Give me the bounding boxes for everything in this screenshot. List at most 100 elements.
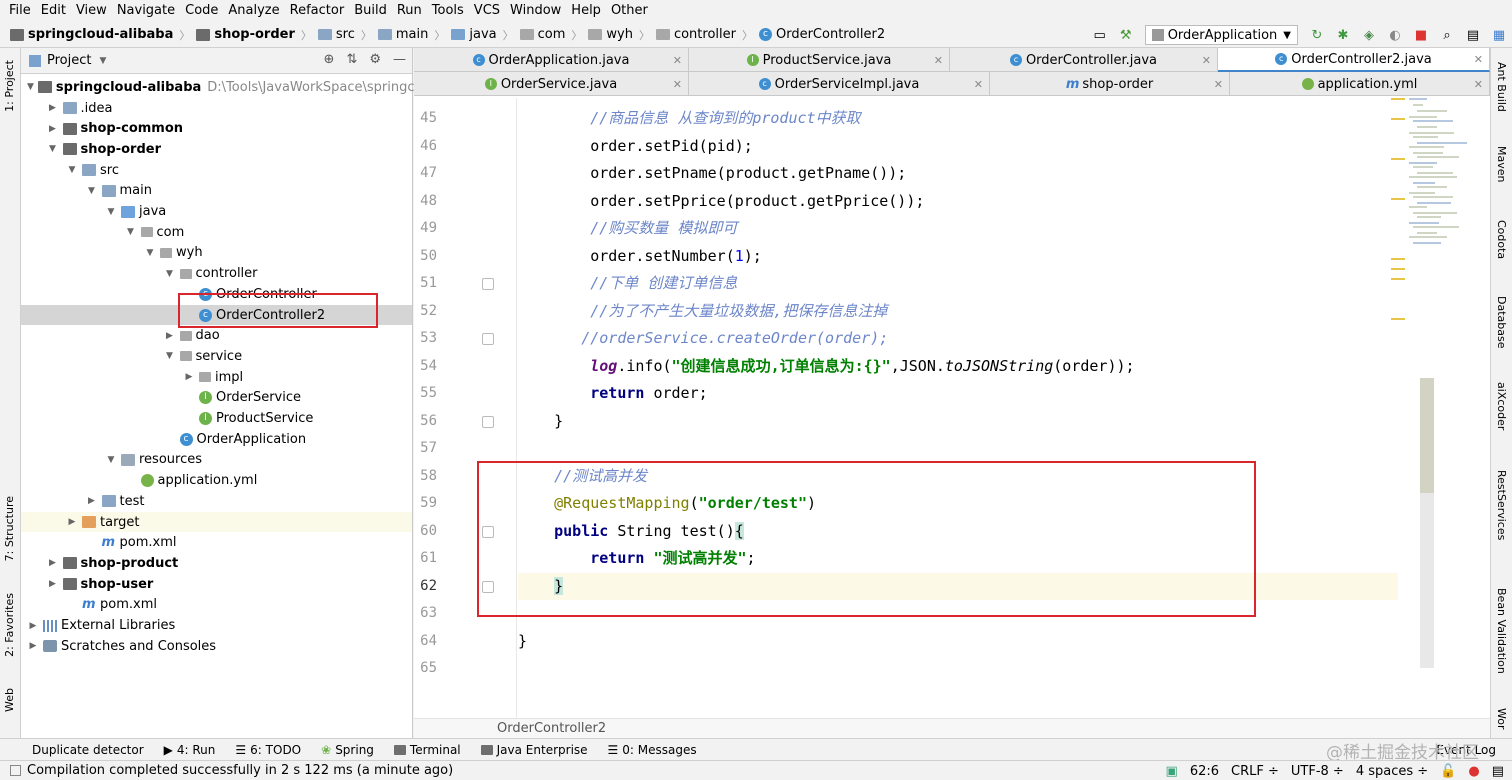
editor-breadcrumb-footer[interactable]: OrderController2 xyxy=(414,718,1490,738)
tree-item[interactable]: ▼ src xyxy=(21,160,412,181)
menu-refactor[interactable]: Refactor xyxy=(285,0,350,22)
menu-edit[interactable]: Edit xyxy=(36,0,71,22)
breadcrumb-controller[interactable]: controller xyxy=(654,27,738,42)
menu-window[interactable]: Window xyxy=(505,0,566,22)
error-icon[interactable]: ● xyxy=(1468,764,1479,779)
chevron-right-icon[interactable]: ▶ xyxy=(86,496,98,506)
breadcrumb-wyh[interactable]: wyh xyxy=(586,27,635,42)
chevron-right-icon[interactable]: ▶ xyxy=(47,124,59,134)
debug-icon[interactable]: ✱ xyxy=(1334,26,1352,44)
tree-item[interactable]: application.yml xyxy=(21,470,412,491)
tree-item[interactable]: m pom.xml xyxy=(21,595,412,616)
tree-item[interactable]: ▼ wyh xyxy=(21,243,412,264)
chevron-down-icon[interactable]: ▼ xyxy=(144,248,156,258)
breadcrumb-file[interactable]: c OrderController2 xyxy=(757,27,887,42)
tab-web[interactable]: Web xyxy=(3,688,16,712)
tab-bean-validation[interactable]: Bean Validation xyxy=(1495,588,1508,674)
menu-analyze[interactable]: Analyze xyxy=(223,0,284,22)
rerun-icon[interactable]: ↻ xyxy=(1308,26,1326,44)
menu-navigate[interactable]: Navigate xyxy=(112,0,180,22)
breadcrumb-module[interactable]: shop-order xyxy=(194,27,297,42)
warning-marker[interactable] xyxy=(1391,268,1405,270)
tree-item[interactable]: ▶ test xyxy=(21,491,412,512)
sdk-icon[interactable]: ▦ xyxy=(1490,26,1508,44)
minimize-icon[interactable]: — xyxy=(393,52,406,67)
tree-item[interactable]: ▼ shop-order xyxy=(21,139,412,160)
tab-word[interactable]: Wor xyxy=(1495,708,1508,729)
run-configuration-select[interactable]: OrderApplication ▼ xyxy=(1144,25,1298,45)
chevron-down-icon[interactable]: ▼ xyxy=(27,82,34,92)
menu-build[interactable]: Build xyxy=(349,0,392,22)
lock-icon[interactable]: 🔓 xyxy=(1440,764,1456,779)
menu-vcs[interactable]: VCS xyxy=(469,0,505,22)
close-icon[interactable]: ✕ xyxy=(1474,53,1483,66)
tree-item[interactable]: c OrderApplication xyxy=(21,429,412,450)
chevron-down-icon[interactable]: ▼ xyxy=(66,165,78,175)
layout-icon[interactable]: ▭ xyxy=(1091,26,1109,44)
fold-marker-icon[interactable] xyxy=(482,278,494,290)
build-hammer-icon[interactable]: ⚒ xyxy=(1117,26,1135,44)
tree-item[interactable]: ▼ resources xyxy=(21,450,412,471)
file-encoding[interactable]: UTF-8 ÷ xyxy=(1291,764,1344,779)
menu-view[interactable]: View xyxy=(71,0,112,22)
chevron-right-icon[interactable]: ▶ xyxy=(27,621,39,631)
toggle-panel-icon[interactable] xyxy=(10,765,21,776)
tree-item[interactable]: ▼ controller xyxy=(21,263,412,284)
caret-position[interactable]: 62:6 xyxy=(1190,764,1219,779)
menu-file[interactable]: File xyxy=(4,0,36,22)
tab-order-service-impl[interactable]: c OrderServiceImpl.java ✕ xyxy=(689,72,990,96)
chevron-right-icon[interactable]: ▶ xyxy=(47,103,59,113)
tab-product-service[interactable]: I ProductService.java ✕ xyxy=(689,48,950,72)
stop-icon[interactable]: ■ xyxy=(1412,26,1430,44)
profile-icon[interactable]: ◐ xyxy=(1386,26,1404,44)
warning-marker[interactable] xyxy=(1391,278,1405,280)
menu-tools[interactable]: Tools xyxy=(427,0,469,22)
warning-marker[interactable] xyxy=(1391,98,1405,100)
tree-item[interactable]: ▼ main xyxy=(21,181,412,202)
tree-item[interactable]: ▶ Scratches and Consoles xyxy=(21,636,412,657)
chevron-down-icon[interactable]: ▼ xyxy=(86,186,98,196)
tree-item[interactable]: ▶ shop-user xyxy=(21,574,412,595)
breadcrumb-src[interactable]: src xyxy=(316,27,357,42)
chevron-right-icon[interactable]: ▶ xyxy=(164,331,176,341)
scrollbar-thumb[interactable] xyxy=(1420,378,1434,493)
tab-structure[interactable]: 7: Structure xyxy=(3,496,16,561)
tool-spring[interactable]: ❀ Spring xyxy=(311,743,384,757)
tool-run[interactable]: ▶ 4: Run xyxy=(154,743,226,757)
code-minimap[interactable] xyxy=(1389,98,1479,328)
tab-shop-order-pom[interactable]: m shop-order ✕ xyxy=(990,72,1230,96)
codota-status-icon[interactable]: ▣ xyxy=(1166,764,1178,779)
project-structure-icon[interactable]: ▤ xyxy=(1464,26,1482,44)
warning-marker[interactable] xyxy=(1391,318,1405,320)
status-message[interactable]: Compilation completed successfully in 2 … xyxy=(27,763,453,778)
chevron-down-icon[interactable]: ▼ xyxy=(125,227,137,237)
coverage-icon[interactable]: ◈ xyxy=(1360,26,1378,44)
notifications-icon[interactable]: ▤ xyxy=(1492,764,1504,779)
breadcrumb-main[interactable]: main xyxy=(376,27,430,42)
menu-run[interactable]: Run xyxy=(392,0,427,22)
tab-order-application[interactable]: c OrderApplication.java ✕ xyxy=(414,48,689,72)
breadcrumb-com[interactable]: com xyxy=(518,27,568,42)
search-icon[interactable]: ⌕ xyxy=(1438,26,1456,44)
close-icon[interactable]: ✕ xyxy=(673,54,682,67)
fold-marker-icon[interactable] xyxy=(482,415,494,428)
menu-help[interactable]: Help xyxy=(566,0,606,22)
chevron-right-icon[interactable]: ▶ xyxy=(27,641,39,651)
gear-icon[interactable]: ⚙ xyxy=(369,52,381,67)
close-icon[interactable]: ✕ xyxy=(974,78,983,91)
tab-rest-services[interactable]: RestServices xyxy=(1495,470,1508,540)
chevron-right-icon[interactable]: ▶ xyxy=(47,579,59,589)
chevron-down-icon[interactable]: ▼ xyxy=(105,207,117,217)
tree-item[interactable]: I OrderService xyxy=(21,388,412,409)
tree-item[interactable]: I ProductService xyxy=(21,408,412,429)
chevron-down-icon[interactable]: ▼ xyxy=(99,56,106,66)
fold-marker-icon[interactable] xyxy=(482,333,494,345)
close-icon[interactable]: ✕ xyxy=(1214,78,1223,91)
line-number-gutter[interactable]: 45 46 47 48 49 50 51 52 53 54 55 56 57 58 59 60 61 62 63 64… xyxy=(414,98,517,718)
chevron-down-icon[interactable]: ▼ xyxy=(164,269,176,279)
menu-code[interactable]: Code xyxy=(180,0,223,22)
editor-scrollbar[interactable] xyxy=(1420,378,1434,668)
tab-order-controller2[interactable]: c OrderController2.java ✕ xyxy=(1218,48,1490,72)
tree-item[interactable]: ▼ service xyxy=(21,346,412,367)
breadcrumb-java[interactable]: java xyxy=(449,27,498,42)
